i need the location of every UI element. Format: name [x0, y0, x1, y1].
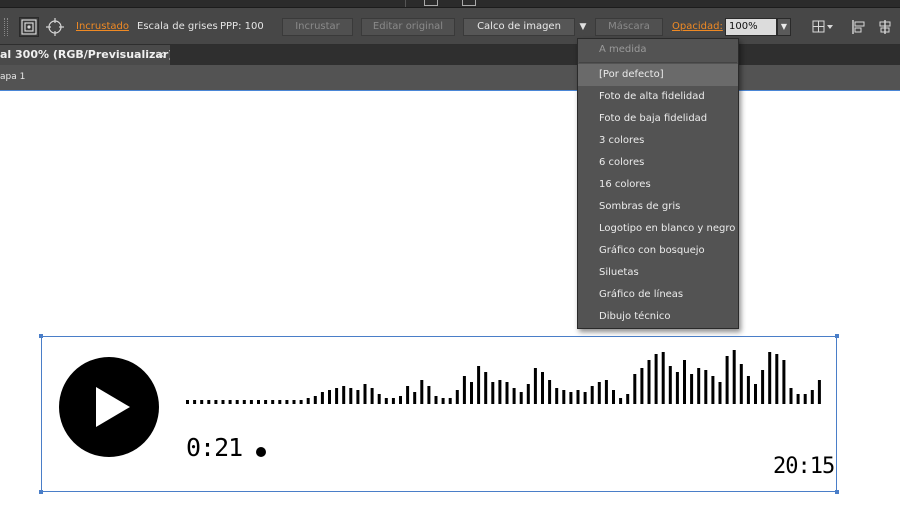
ppi-label: PPP: 100 — [220, 21, 264, 32]
menu-item-default[interactable]: [Por defecto] — [578, 64, 738, 86]
menu-item-line-art[interactable]: Gráfico de líneas — [578, 284, 738, 306]
menu-header-custom: A medida — [599, 44, 647, 55]
selection-handle[interactable] — [835, 490, 839, 494]
menu-item-6-colors[interactable]: 6 colores — [578, 152, 738, 174]
image-frame-icon[interactable] — [19, 17, 39, 37]
menu-item-sketched-art[interactable]: Gráfico con bosquejo — [578, 240, 738, 262]
panel-icon[interactable] — [424, 0, 438, 6]
edit-original-button[interactable]: Editar original — [361, 18, 455, 36]
menu-item-low-fidelity-photo[interactable]: Foto de baja fidelidad — [578, 108, 738, 130]
breadcrumb: apa 1 — [0, 65, 900, 91]
control-bar: Incrustado Escala de grises PPP: 100 Inc… — [0, 8, 900, 45]
elapsed-time: 0:21 — [186, 433, 243, 462]
document-tab-bar: al 300% (RGB/Previsualizar) × — [0, 45, 900, 65]
embedded-link[interactable]: Incrustado — [76, 21, 129, 32]
breadcrumb-layer[interactable]: apa 1 — [0, 72, 25, 82]
toolbar-separator — [405, 0, 406, 7]
trace-presets-menu: A medida [Por defecto] Foto de alta fide… — [577, 38, 739, 329]
grip-handle[interactable] — [4, 18, 8, 36]
selection-handle[interactable] — [39, 334, 43, 338]
menu-item-shades-of-gray[interactable]: Sombras de gris — [578, 196, 738, 218]
selection-handle[interactable] — [39, 490, 43, 494]
opacity-dropdown-arrow[interactable]: ▼ — [777, 18, 791, 36]
menu-item-3-colors[interactable]: 3 colores — [578, 130, 738, 152]
mask-button[interactable]: Máscara — [595, 18, 663, 36]
opacity-input[interactable]: 100% — [725, 18, 777, 36]
menu-separator — [579, 62, 737, 63]
menu-item-black-white-logo[interactable]: Logotipo en blanco y negro — [578, 218, 738, 240]
color-mode-label: Escala de grises — [137, 21, 218, 32]
menu-item-silhouettes[interactable]: Siluetas — [578, 262, 738, 284]
align-left-icon[interactable] — [851, 17, 871, 37]
crosshair-icon[interactable] — [45, 17, 65, 37]
selection-handle[interactable] — [835, 334, 839, 338]
window-top-strip — [0, 0, 900, 8]
panel-icon[interactable] — [462, 0, 476, 6]
image-trace-button[interactable]: Calco de imagen — [463, 18, 575, 36]
menu-item-16-colors[interactable]: 16 colores — [578, 174, 738, 196]
playhead-dot — [256, 447, 266, 457]
close-icon[interactable]: × — [155, 48, 167, 62]
duration-time: 20:15 — [773, 454, 835, 479]
document-tab[interactable]: al 300% (RGB/Previsualizar) — [0, 45, 170, 65]
document-tab-title: al 300% (RGB/Previsualizar) — [0, 48, 170, 61]
trace-presets-dropdown-arrow[interactable]: ▼ — [576, 18, 590, 36]
menu-item-high-fidelity-photo[interactable]: Foto de alta fidelidad — [578, 86, 738, 108]
opacity-link[interactable]: Opacidad: — [672, 21, 723, 32]
align-center-icon[interactable] — [877, 17, 897, 37]
waveform-icon — [186, 350, 821, 404]
menu-item-technical-drawing[interactable]: Dibujo técnico — [578, 306, 738, 328]
play-icon — [59, 357, 159, 457]
embed-button[interactable]: Incrustar — [282, 18, 353, 36]
align-grid-icon[interactable] — [811, 17, 833, 37]
